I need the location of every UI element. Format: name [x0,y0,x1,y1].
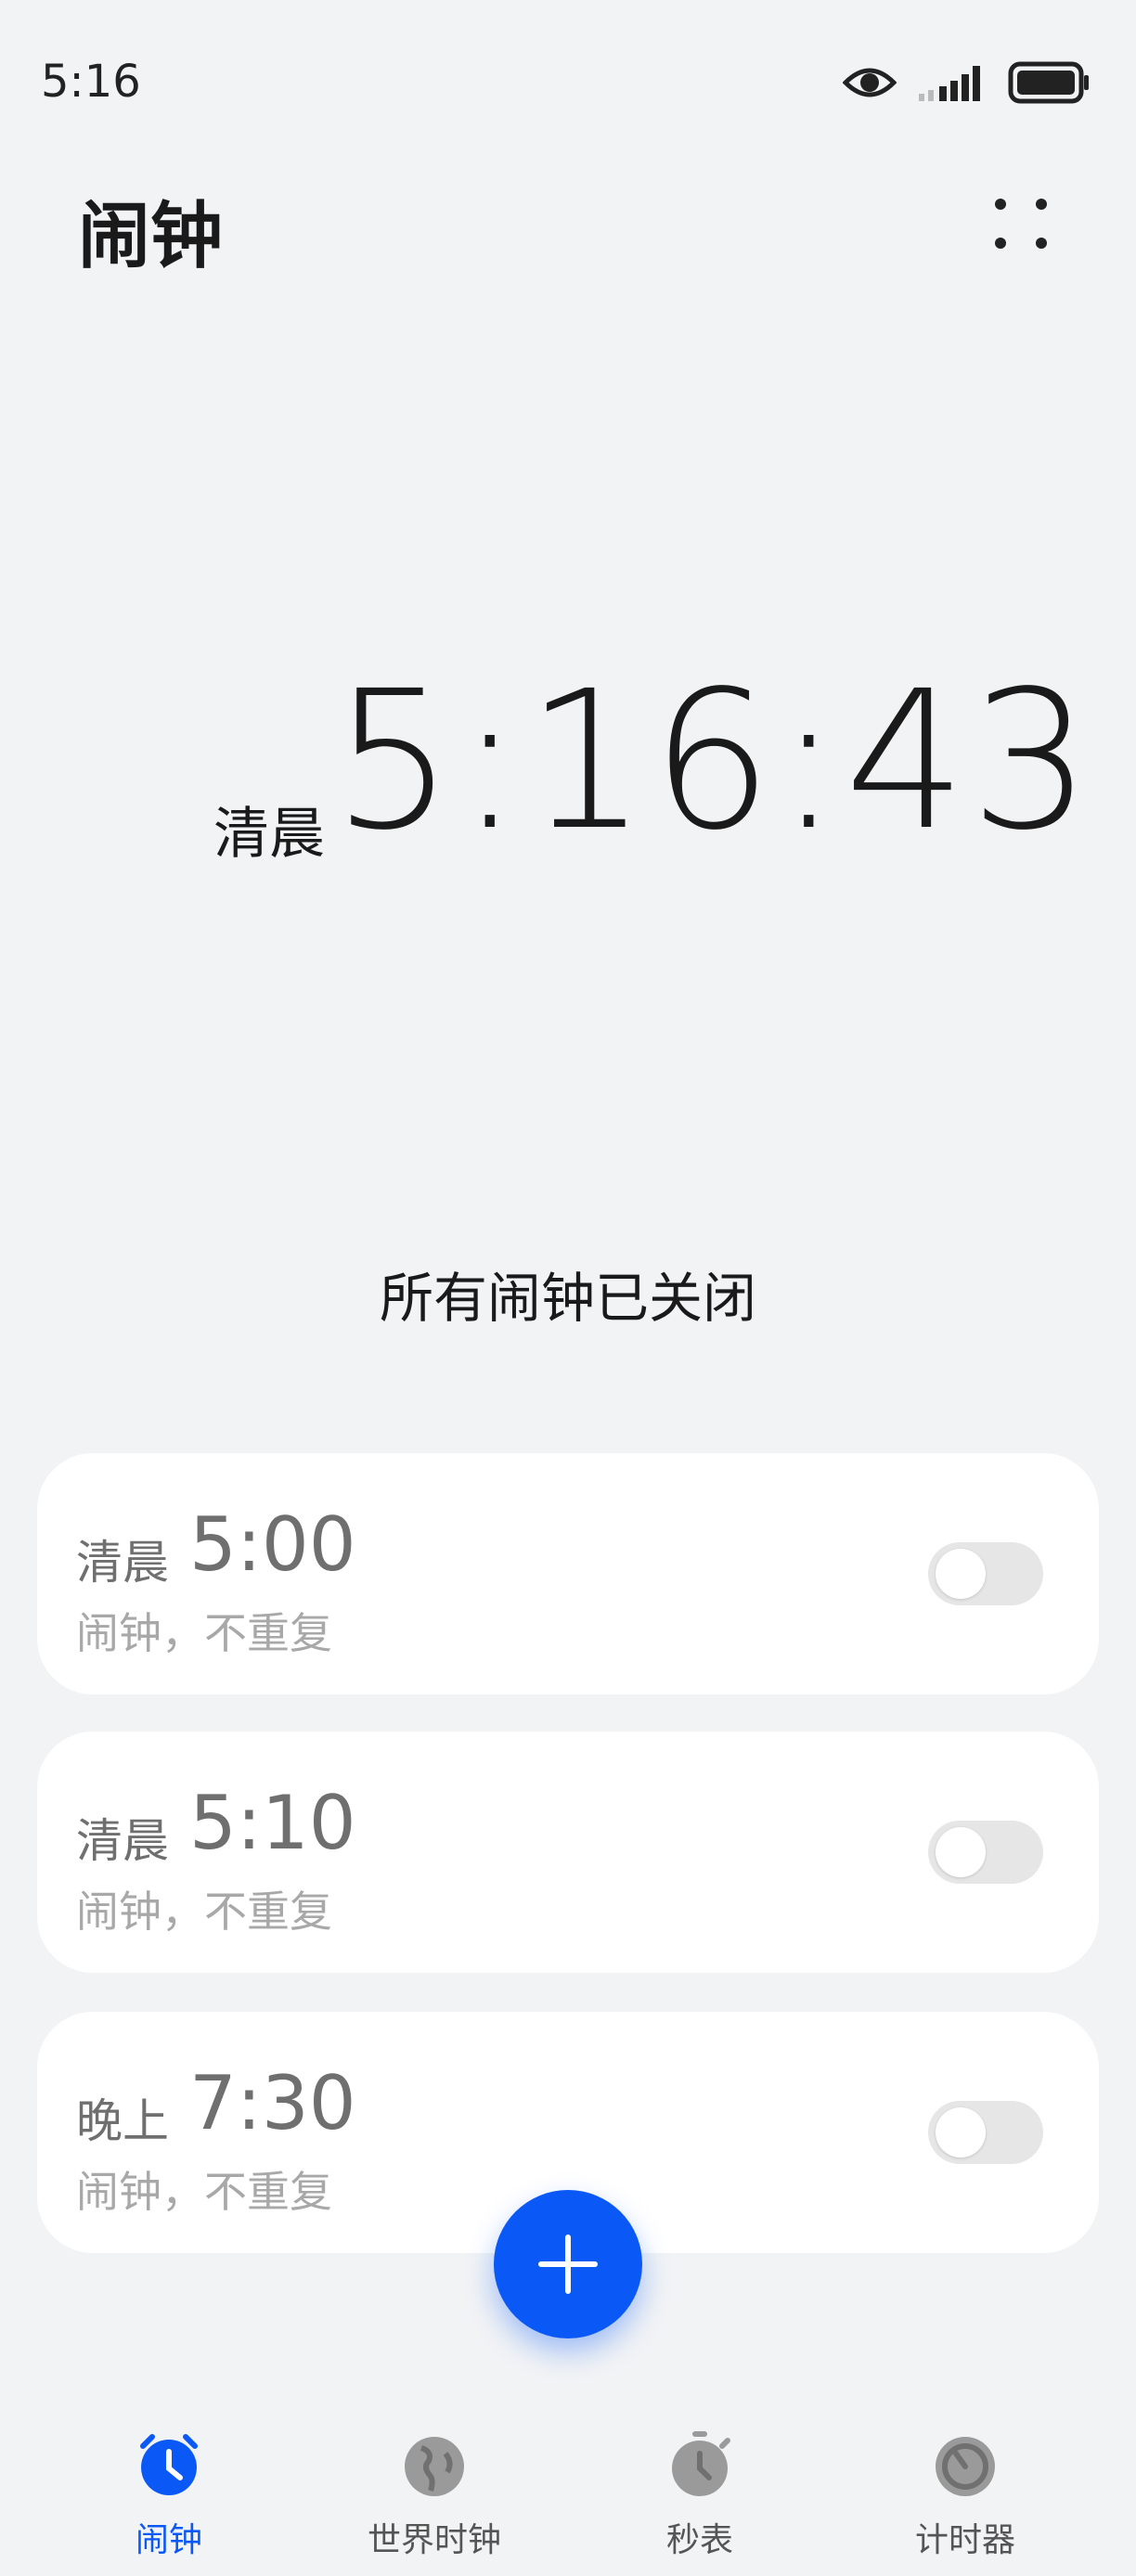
tab-label: 计时器 [914,2521,1015,2559]
status-bar: 5:16 [0,0,1136,167]
status-time: 5:16 [41,56,141,108]
add-alarm-button[interactable] [494,2190,642,2338]
status-icons [842,61,1091,108]
tab-timer[interactable]: 计时器 [854,2431,1077,2570]
toggle-knob [936,2107,986,2157]
eye-icon [842,64,897,105]
alarm-subtitle: 闹钟，不重复 [76,2167,332,2217]
timer-icon [936,2437,995,2496]
more-options-button[interactable] [975,186,1067,278]
bottom-nav: 闹钟 世界时钟 秒表 计时器 [0,2413,1136,2576]
tab-label: 秒表 [665,2521,733,2559]
current-clock: 清晨 5:16:43 [0,650,1136,872]
more-dots-icon [995,199,1047,249]
alarm-subtitle: 闹钟，不重复 [76,1608,332,1658]
stopwatch-icon [672,2431,730,2496]
page-title: 闹钟 [78,195,224,278]
alarm-card[interactable]: 清晨 5:00 闹钟，不重复 [37,1453,1099,1694]
alarm-time: 7:30 [189,2060,356,2146]
alarm-toggle[interactable] [928,2101,1043,2164]
alarm-time: 5:10 [189,1780,356,1866]
alarm-subtitle: 闹钟，不重复 [76,1887,332,1937]
alarm-period: 清晨 [76,1814,169,1868]
alarm-time: 5:00 [189,1501,356,1588]
signal-icon [917,62,988,107]
tab-stopwatch[interactable]: 秒表 [588,2431,811,2570]
alarm-period: 清晨 [76,1536,169,1590]
alarm-app-screen: 5:16 闹钟 清晨 5:16:43 所有闹钟已关闭 清晨 5:00 闹钟，不重… [0,0,1136,2576]
toggle-knob [936,1549,986,1599]
alarm-period: 晚上 [76,2094,169,2148]
battery-icon [1008,61,1091,108]
alarm-card[interactable]: 清晨 5:10 闹钟，不重复 [37,1732,1099,1973]
alarm-toggle[interactable] [928,1542,1043,1605]
tab-label: 闹钟 [135,2521,202,2559]
clock-time: 5:16:43 [332,650,1096,872]
tab-label: 世界时钟 [367,2521,501,2559]
alarm-clock-icon [140,2434,198,2495]
alarm-toggle[interactable] [928,1821,1043,1884]
toggle-knob [936,1827,986,1877]
alarms-status-message: 所有闹钟已关闭 [379,1267,756,1330]
plus-icon [538,2235,598,2294]
clock-period: 清晨 [213,802,325,867]
globe-icon [405,2437,464,2496]
tab-alarm[interactable]: 闹钟 [58,2431,280,2570]
tab-world-clock[interactable]: 世界时钟 [323,2431,546,2570]
